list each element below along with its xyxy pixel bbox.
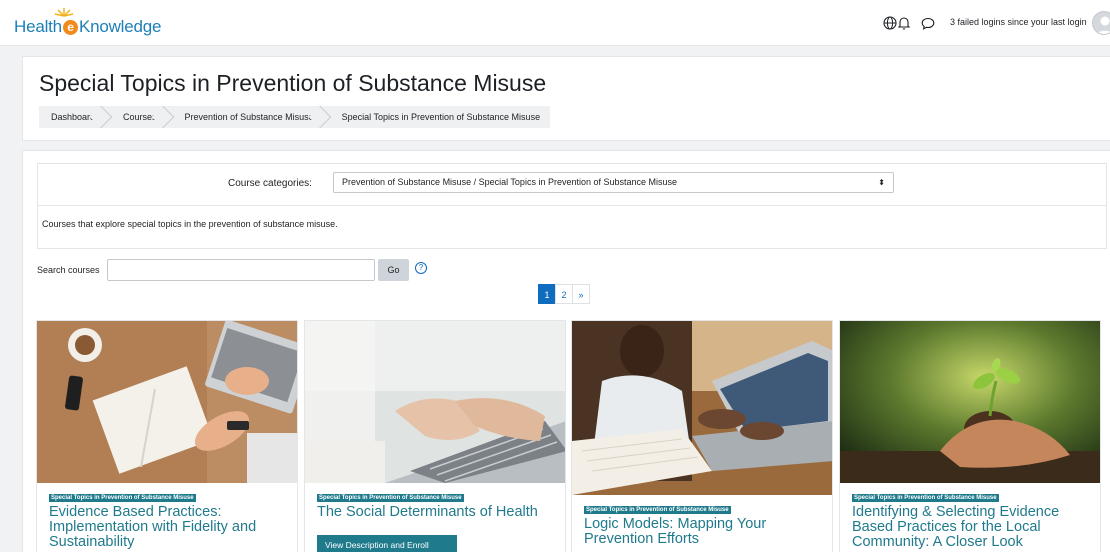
course-image[interactable] [305, 321, 565, 483]
help-icon[interactable]: ? [415, 262, 427, 274]
breadcrumb-dashboard[interactable]: Dashboard [39, 106, 105, 128]
course-category-badge: Special Topics in Prevention of Substanc… [49, 494, 196, 502]
course-card[interactable]: Special Topics in Prevention of Substanc… [304, 320, 566, 552]
logo-text: Health e Knowledge [14, 17, 161, 37]
course-card[interactable]: Special Topics in Prevention of Substanc… [36, 320, 298, 552]
course-image[interactable] [572, 321, 832, 495]
course-category-badge: Special Topics in Prevention of Substanc… [584, 506, 731, 514]
go-button[interactable]: Go [378, 259, 409, 281]
breadcrumb-current: Special Topics in Prevention of Substanc… [341, 112, 541, 122]
course-image[interactable] [37, 321, 297, 483]
page-2[interactable]: 2 [555, 284, 573, 304]
course-card[interactable]: Special Topics in Prevention of Substanc… [571, 320, 833, 552]
logo-part-e: e [62, 20, 78, 35]
breadcrumb-prevention[interactable]: Prevention of Substance Misuse [167, 106, 324, 128]
search-label: Search courses [37, 265, 100, 275]
course-title-link[interactable]: Identifying & Selecting Evidence Based P… [852, 505, 1092, 550]
course-category-badge: Special Topics in Prevention of Substanc… [317, 494, 464, 502]
chat-icon[interactable] [918, 13, 938, 33]
page-title: Special Topics in Prevention of Substanc… [39, 70, 547, 96]
bell-icon[interactable] [894, 13, 914, 33]
course-category-badge: Special Topics in Prevention of Substanc… [852, 494, 999, 502]
course-title-link[interactable]: The Social Determinants of Health [317, 505, 557, 520]
page-next[interactable]: » [572, 284, 590, 304]
course-title-link[interactable]: Logic Models: Mapping Your Prevention Ef… [584, 517, 824, 547]
logo-part-health: Health [14, 17, 62, 36]
course-title-link[interactable]: Evidence Based Practices: Implementation… [49, 505, 289, 550]
top-navbar: Health e Knowledge 3 failed logins since y… [0, 0, 1110, 46]
failed-logins-notice[interactable]: 3 failed logins since your last login [950, 17, 1087, 27]
category-label: Course categories: [228, 178, 312, 189]
course-image[interactable] [840, 321, 1100, 483]
user-avatar[interactable] [1092, 11, 1110, 35]
view-description-enroll-button[interactable]: View Description and Enroll [317, 535, 457, 552]
search-input[interactable] [107, 259, 375, 281]
site-logo[interactable]: Health e Knowledge [14, 8, 174, 39]
page-1[interactable]: 1 [538, 284, 556, 304]
pagination: 1 2 » [538, 284, 590, 304]
breadcrumb: Dashboard Courses Prevention of Substanc… [39, 106, 551, 128]
logo-part-knowledge: Knowledge [78, 17, 162, 36]
category-description: Courses that explore special topics in t… [37, 205, 1107, 249]
category-select-value: Prevention of Substance Misuse / Special… [342, 177, 678, 187]
page-header: Special Topics in Prevention of Substanc… [22, 56, 1110, 141]
logo-rays-icon [54, 8, 74, 17]
course-card[interactable]: Special Topics in Prevention of Substanc… [839, 320, 1101, 552]
breadcrumb-courses[interactable]: Courses [105, 106, 167, 128]
category-description-text: Courses that explore special topics in t… [42, 219, 338, 229]
select-arrows-icon: ⬍ [878, 178, 885, 187]
category-select[interactable]: Prevention of Substance Misuse / Special… [333, 172, 894, 193]
